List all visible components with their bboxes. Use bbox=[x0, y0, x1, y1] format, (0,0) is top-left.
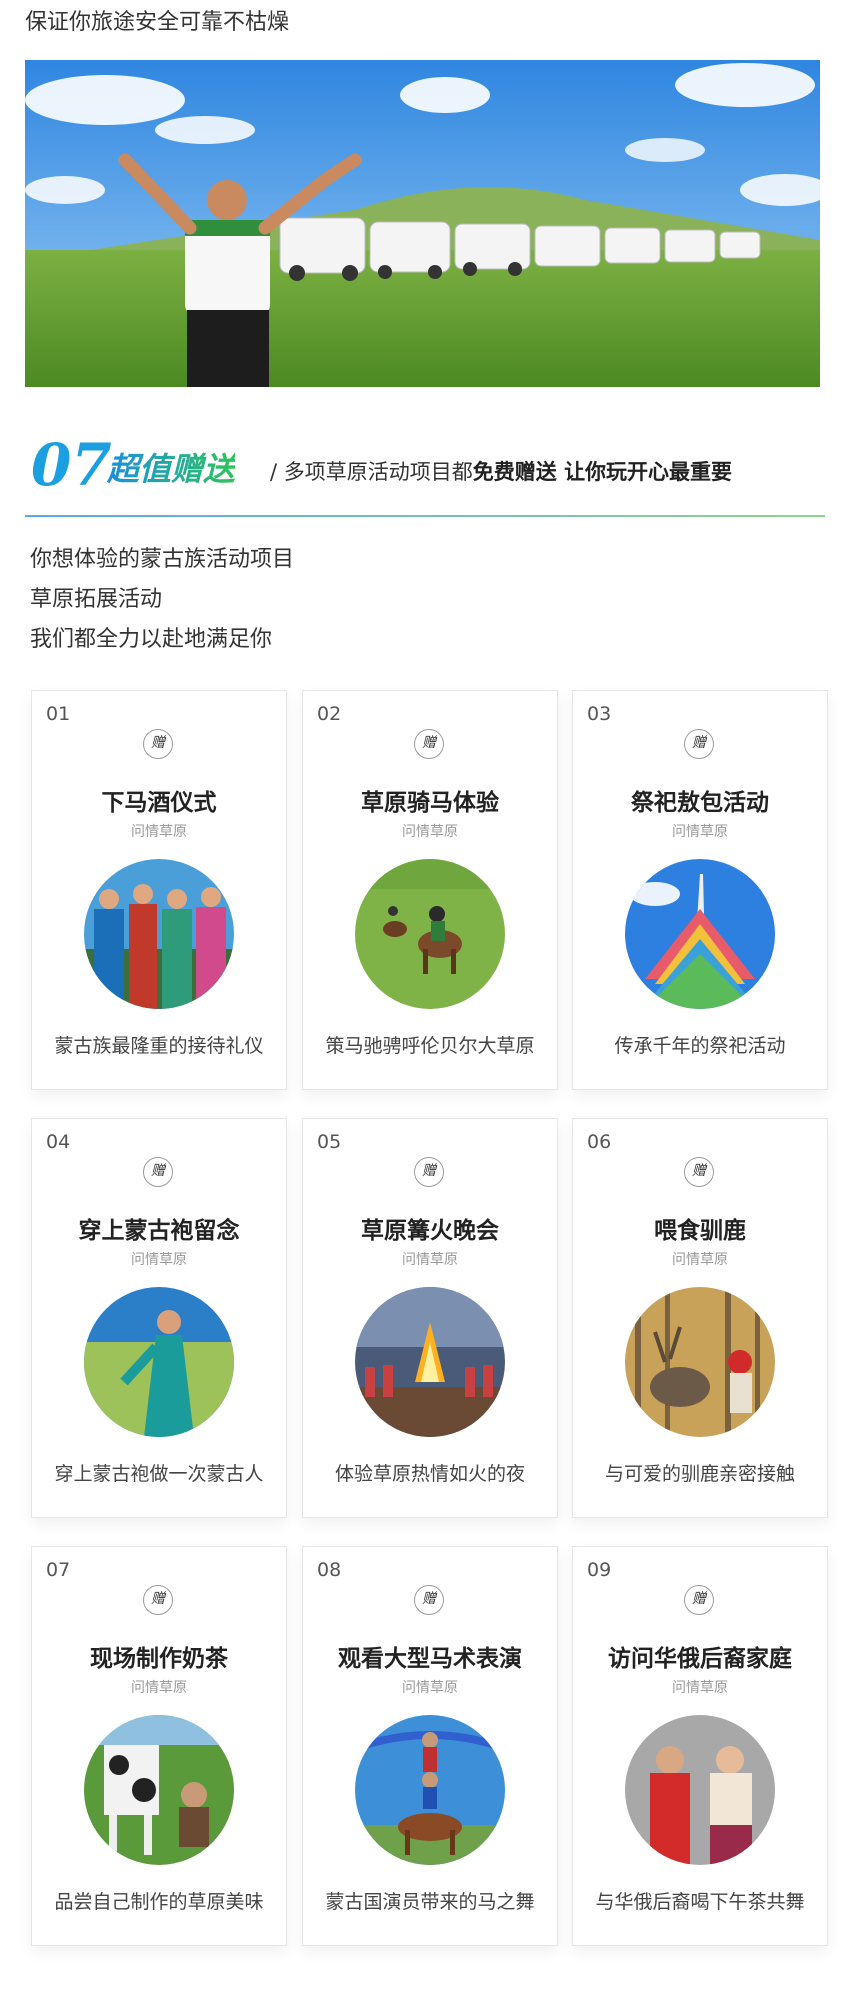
card-caption: 蒙古国演员带来的马之舞 bbox=[325, 1891, 535, 1913]
equestrian-show-photo bbox=[355, 1715, 505, 1865]
card-subtitle: 问情草原 bbox=[131, 1680, 187, 1696]
family-visit-photo bbox=[625, 1715, 775, 1865]
activity-card-06: 06 赠 喂食驯鹿 问情草原 与可爱的驯鹿亲密接触 bbox=[572, 1118, 828, 1518]
gift-icon: 赠 bbox=[143, 1585, 173, 1615]
gift-icon: 赠 bbox=[684, 729, 714, 759]
top-text: 保证你旅途安全可靠不枯燥 bbox=[25, 10, 290, 35]
card-photo bbox=[355, 1287, 505, 1437]
card-caption: 穿上蒙古袍做一次蒙古人 bbox=[54, 1463, 264, 1485]
card-number: 08 bbox=[317, 1559, 342, 1581]
gift-icon: 赠 bbox=[684, 1157, 714, 1187]
card-caption: 品尝自己制作的草原美味 bbox=[54, 1891, 264, 1913]
section-header: 07 超值赠送 / 多项草原活动项目都免费赠送 让你玩开心最重要 bbox=[25, 430, 825, 520]
card-number: 09 bbox=[587, 1559, 612, 1581]
card-number: 03 bbox=[587, 703, 612, 725]
grassland-cars-photo bbox=[25, 60, 820, 387]
welcome-ceremony-photo bbox=[84, 859, 234, 1009]
milk-tea-photo bbox=[84, 1715, 234, 1865]
gift-icon: 赠 bbox=[684, 1585, 714, 1615]
card-caption: 蒙古族最隆重的接待礼仪 bbox=[54, 1035, 264, 1057]
card-title: 喂食驯鹿 bbox=[654, 1218, 746, 1244]
card-number: 02 bbox=[317, 703, 342, 725]
section-divider bbox=[25, 515, 825, 517]
intro-line: 你想体验的蒙古族活动项目 bbox=[30, 547, 295, 572]
card-title: 草原篝火晚会 bbox=[361, 1218, 499, 1244]
card-caption: 传承千年的祭祀活动 bbox=[614, 1035, 786, 1057]
card-subtitle: 问情草原 bbox=[672, 1680, 728, 1696]
section-title: 超值赠送 bbox=[107, 450, 236, 488]
card-number: 07 bbox=[46, 1559, 71, 1581]
gift-icon: 赠 bbox=[143, 1157, 173, 1187]
gift-icon: 赠 bbox=[414, 729, 444, 759]
reindeer-feeding-photo bbox=[625, 1287, 775, 1437]
section-description: / 多项草原活动项目都免费赠送 让你玩开心最重要 bbox=[270, 460, 733, 484]
activity-card-02: 02 赠 草原骑马体验 问情草原 策马驰骋呼伦贝尔大草原 bbox=[302, 690, 558, 1090]
card-photo bbox=[625, 1287, 775, 1437]
card-photo bbox=[355, 859, 505, 1009]
card-number: 01 bbox=[46, 703, 71, 725]
intro-text: 你想体验的蒙古族活动项目 草原拓展活动 我们都全力以赴地满足你 bbox=[30, 540, 294, 660]
card-title: 访问华俄后裔家庭 bbox=[608, 1646, 792, 1672]
intro-line: 我们都全力以赴地满足你 bbox=[30, 627, 273, 652]
card-caption: 与可爱的驯鹿亲密接触 bbox=[604, 1463, 795, 1485]
card-photo bbox=[625, 859, 775, 1009]
activity-card-01: 01 赠 下马酒仪式 问情草原 蒙古族最隆重的接待礼仪 bbox=[31, 690, 287, 1090]
hero-photo bbox=[25, 60, 820, 387]
activity-card-09: 09 赠 访问华俄后裔家庭 问情草原 与华俄后裔喝下午茶共舞 bbox=[572, 1546, 828, 1946]
card-photo bbox=[84, 859, 234, 1009]
bonfire-party-photo bbox=[355, 1287, 505, 1437]
card-title: 祭祀敖包活动 bbox=[631, 790, 769, 816]
mongolian-robe-photo bbox=[84, 1287, 234, 1437]
card-photo bbox=[355, 1715, 505, 1865]
gift-icon: 赠 bbox=[414, 1585, 444, 1615]
card-caption: 策马驰骋呼伦贝尔大草原 bbox=[325, 1035, 535, 1057]
activity-card-03: 03 赠 祭祀敖包活动 问情草原 传承千年的祭祀活动 bbox=[572, 690, 828, 1090]
card-subtitle: 问情草原 bbox=[131, 824, 187, 840]
card-subtitle: 问情草原 bbox=[402, 1680, 458, 1696]
obo-ceremony-photo bbox=[625, 859, 775, 1009]
card-caption: 体验草原热情如火的夜 bbox=[334, 1463, 525, 1485]
card-subtitle: 问情草原 bbox=[672, 824, 728, 840]
card-photo bbox=[625, 1715, 775, 1865]
activity-card-08: 08 赠 观看大型马术表演 问情草原 蒙古国演员带来的马之舞 bbox=[302, 1546, 558, 1946]
card-title: 穿上蒙古袍留念 bbox=[78, 1218, 240, 1244]
card-subtitle: 问情草原 bbox=[131, 1252, 187, 1268]
activity-card-07: 07 赠 现场制作奶茶 问情草原 品尝自己制作的草原美味 bbox=[31, 1546, 287, 1946]
gift-icon: 赠 bbox=[143, 729, 173, 759]
card-title: 草原骑马体验 bbox=[361, 790, 499, 816]
card-number: 04 bbox=[46, 1131, 71, 1153]
card-subtitle: 问情草原 bbox=[402, 1252, 458, 1268]
card-subtitle: 问情草原 bbox=[402, 824, 458, 840]
card-photo bbox=[84, 1287, 234, 1437]
card-subtitle: 问情草原 bbox=[672, 1252, 728, 1268]
card-photo bbox=[84, 1715, 234, 1865]
activity-card-05: 05 赠 草原篝火晚会 问情草原 体验草原热情如火的夜 bbox=[302, 1118, 558, 1518]
card-title: 观看大型马术表演 bbox=[338, 1646, 522, 1672]
gift-icon: 赠 bbox=[414, 1157, 444, 1187]
card-caption: 与华俄后裔喝下午茶共舞 bbox=[595, 1891, 805, 1913]
card-title: 现场制作奶茶 bbox=[90, 1646, 228, 1672]
activity-card-04: 04 赠 穿上蒙古袍留念 问情草原 穿上蒙古袍做一次蒙古人 bbox=[31, 1118, 287, 1518]
card-title: 下马酒仪式 bbox=[101, 790, 217, 816]
intro-line: 草原拓展活动 bbox=[30, 587, 163, 612]
section-number: 07 bbox=[31, 431, 112, 499]
card-number: 06 bbox=[587, 1131, 612, 1153]
horse-riding-photo bbox=[355, 859, 505, 1009]
card-number: 05 bbox=[317, 1131, 342, 1153]
